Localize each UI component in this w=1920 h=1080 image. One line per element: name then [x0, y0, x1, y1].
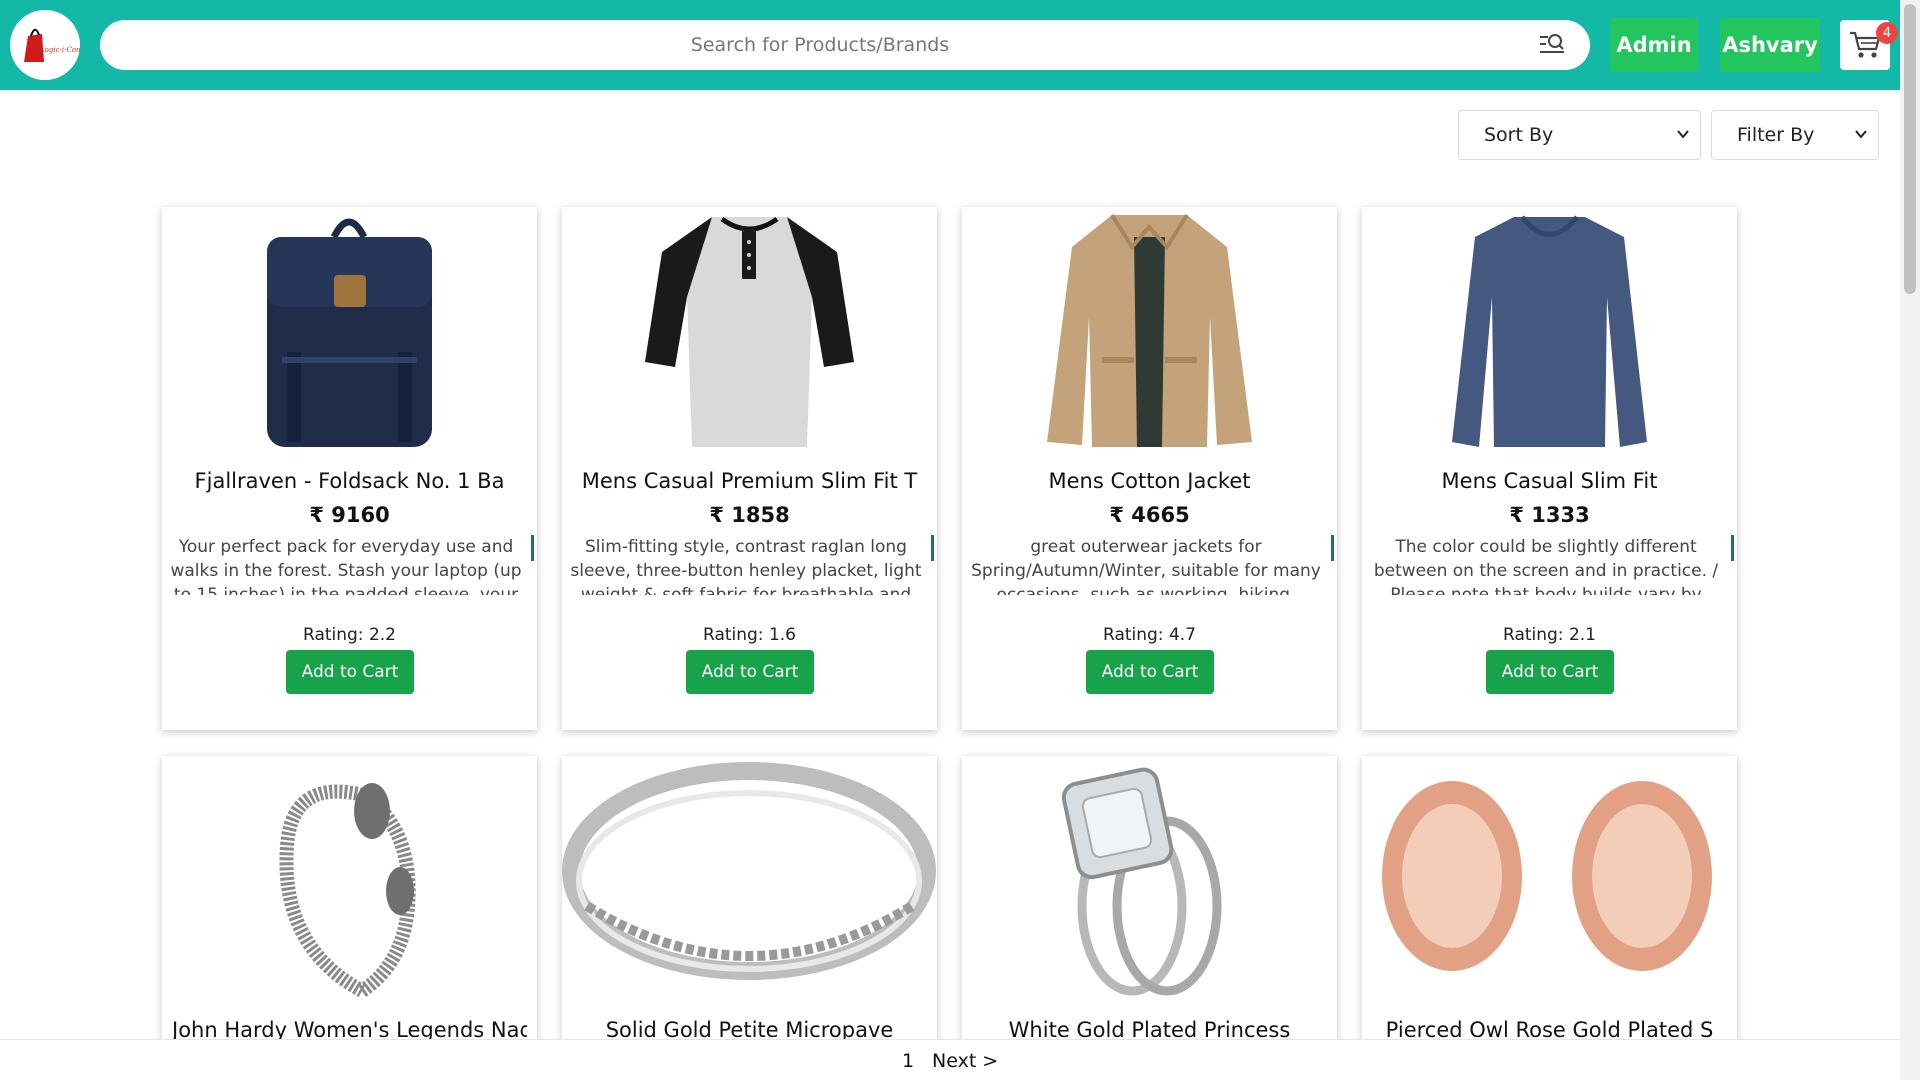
product-card[interactable]: White Gold Plated Princess	[962, 756, 1337, 1046]
product-image[interactable]	[562, 207, 937, 457]
product-description: great outerwear jackets for Spring/Autum…	[971, 537, 1321, 595]
description-scrollbar[interactable]	[1731, 535, 1734, 561]
logo-icon: Logic-i-Com	[10, 10, 80, 80]
product-card[interactable]: Mens Casual Slim Fit ₹ 1333 The color co…	[1362, 207, 1737, 730]
user-account-button[interactable]: Ashvary	[1720, 18, 1820, 72]
search-input[interactable]	[120, 20, 1520, 70]
filter-by-select[interactable]: Filter By	[1711, 110, 1879, 160]
product-image[interactable]	[562, 756, 937, 1006]
product-price: ₹ 1333	[1509, 503, 1590, 527]
admin-button[interactable]: Admin	[1610, 18, 1698, 72]
engagement-ring-image	[1061, 767, 1222, 996]
product-card[interactable]: Mens Cotton Jacket ₹ 4665 great outerwea…	[962, 207, 1337, 730]
logo-text: Logic-i-Com	[39, 46, 80, 54]
product-title[interactable]: Mens Casual Slim Fit	[1372, 469, 1727, 493]
product-title[interactable]: Mens Cotton Jacket	[972, 469, 1327, 493]
search-icon[interactable]	[1538, 32, 1566, 58]
next-page-link[interactable]: Next >	[932, 1050, 998, 1072]
add-to-cart-button[interactable]: Add to Cart	[1086, 650, 1214, 694]
product-description: Slim-fitting style, contrast raglan long…	[570, 537, 922, 595]
description-scrollbar[interactable]	[531, 535, 534, 561]
product-image[interactable]	[1362, 756, 1737, 1006]
long-sleeve-shirt-image	[1452, 215, 1647, 447]
product-card[interactable]: Pierced Owl Rose Gold Plated S	[1362, 756, 1737, 1046]
product-title[interactable]: Mens Casual Premium Slim Fit T	[572, 469, 927, 493]
add-to-cart-button[interactable]: Add to Cart	[1486, 650, 1614, 694]
product-image[interactable]	[162, 207, 537, 457]
description-scrollbar[interactable]	[1331, 535, 1334, 561]
site-logo[interactable]: Logic-i-Com	[10, 10, 80, 80]
scrollbar-thumb[interactable]	[1904, 4, 1916, 294]
bracelet-image	[279, 783, 416, 998]
page-number[interactable]: 1	[902, 1050, 914, 1072]
add-to-cart-button[interactable]: Add to Cart	[686, 650, 814, 694]
pagination-bar: 1 Next >	[0, 1039, 1900, 1080]
product-description: Your perfect pack for everyday use and w…	[170, 537, 522, 595]
product-price: ₹ 1858	[709, 503, 790, 527]
sort-by-select[interactable]: Sort By	[1458, 110, 1701, 160]
cart-button[interactable]: 4	[1840, 20, 1898, 70]
search-bar	[100, 20, 1590, 70]
product-rating: Rating: 2.1	[1503, 625, 1596, 645]
ring-image	[562, 762, 936, 980]
product-card[interactable]: Mens Casual Premium Slim Fit T ₹ 1858 Sl…	[562, 207, 937, 730]
product-price: ₹ 4665	[1109, 503, 1190, 527]
chevron-down-icon	[1855, 130, 1867, 139]
top-navbar: Logic-i-Com Admin Ashvary 4	[0, 0, 1900, 90]
backpack-image	[267, 218, 432, 447]
sort-by-label: Sort By	[1484, 124, 1554, 146]
product-image[interactable]	[1362, 207, 1737, 457]
filter-by-label: Filter By	[1737, 124, 1815, 146]
cart-count-badge: 4	[1876, 22, 1898, 44]
product-card[interactable]: Fjallraven - Foldsack No. 1 Ba ₹ 9160 Yo…	[162, 207, 537, 730]
product-rating: Rating: 2.2	[303, 625, 396, 645]
product-card[interactable]: Solid Gold Petite Micropave	[562, 756, 937, 1046]
tunnel-plugs-image	[1382, 781, 1712, 971]
product-title[interactable]: Fjallraven - Foldsack No. 1 Ba	[172, 469, 527, 493]
product-description: The color could be slightly different be…	[1373, 537, 1719, 595]
product-card[interactable]: John Hardy Women's Legends Nag	[162, 756, 537, 1046]
henley-shirt-image	[645, 216, 854, 447]
add-to-cart-button[interactable]: Add to Cart	[286, 650, 414, 694]
product-price: ₹ 9160	[309, 503, 390, 527]
chevron-down-icon	[1677, 130, 1689, 139]
product-image[interactable]	[962, 756, 1337, 1006]
cotton-jacket-image	[1047, 213, 1252, 447]
product-image[interactable]	[162, 756, 537, 1006]
product-rating: Rating: 4.7	[1103, 625, 1196, 645]
description-scrollbar[interactable]	[931, 535, 934, 561]
product-image[interactable]	[962, 207, 1337, 457]
product-rating: Rating: 1.6	[703, 625, 796, 645]
page-scrollbar[interactable]	[1900, 0, 1920, 1080]
